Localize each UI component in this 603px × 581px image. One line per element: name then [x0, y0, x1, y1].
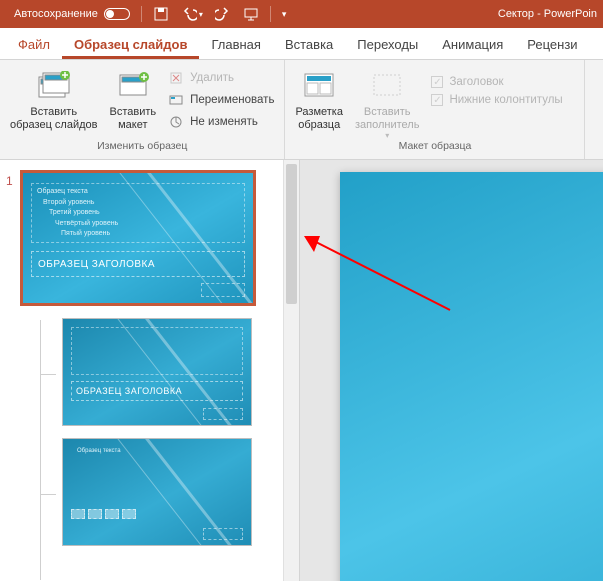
master-layout-checks: ✓ Заголовок ✓ Нижние колонтитулы	[427, 66, 566, 108]
checkbox-icon: ✓	[431, 94, 443, 106]
quick-access-toolbar: Автосохранение ▾ ▾	[0, 4, 290, 24]
scrollbar-thumb[interactable]	[286, 164, 297, 304]
rename-label: Переименовать	[190, 94, 274, 106]
checkbox-icon: ✓	[431, 76, 443, 88]
undo-button[interactable]: ▾	[177, 4, 207, 24]
body-placeholder-text: Образец текста	[77, 447, 121, 456]
footers-checkbox[interactable]: ✓ Нижние колонтитулы	[427, 92, 566, 108]
slide-number: 1	[6, 170, 14, 188]
tab-file[interactable]: Файл	[6, 31, 62, 59]
slide-master-canvas[interactable]: Обра Вто	[340, 172, 603, 581]
tree-connector	[40, 374, 56, 375]
insert-placeholder-button[interactable]: Вставить заполнитель ▾	[351, 66, 423, 140]
content-placeholder-icon	[122, 509, 136, 519]
ribbon: Вставить образец слайдов Вставить макет …	[0, 60, 603, 160]
delete-button[interactable]: Удалить	[164, 68, 278, 88]
toggle-switch-icon	[104, 8, 130, 20]
autosave-label: Автосохранение	[14, 8, 98, 20]
tab-review[interactable]: Рецензи	[515, 31, 589, 59]
footer-placeholder	[203, 408, 243, 420]
window-title: Сектор - PowerPoin	[498, 8, 603, 20]
group-master-layout: Разметка образца Вставить заполнитель ▾ …	[285, 60, 585, 159]
footer-placeholder	[201, 283, 245, 297]
qat-separator	[141, 6, 142, 22]
nav-scrollbar[interactable]	[283, 160, 299, 581]
redo-button[interactable]	[211, 4, 235, 24]
content-placeholder-icon	[88, 509, 102, 519]
insert-slide-master-button[interactable]: Вставить образец слайдов	[6, 66, 101, 131]
qat-customize-button[interactable]: ▾	[278, 7, 291, 22]
slide-canvas-area[interactable]: Обра Вто	[300, 160, 603, 581]
tab-slide-master[interactable]: Образец слайдов	[62, 31, 200, 59]
tab-insert[interactable]: Вставка	[273, 31, 345, 59]
slideshow-button[interactable]	[239, 4, 263, 24]
tree-connector	[40, 320, 41, 580]
insert-layout-icon	[116, 70, 150, 102]
editor-area: 1 Образец текста Второй уровень Третий у…	[0, 160, 603, 581]
overflow-icon: ▾	[282, 9, 287, 20]
delete-icon	[168, 70, 184, 86]
title-placeholder: ОБРАЗЕЦ ЗАГОЛОВКА	[71, 381, 243, 401]
insert-slide-master-icon	[37, 70, 71, 102]
preserve-icon	[168, 114, 184, 130]
tree-connector	[40, 494, 56, 495]
footer-placeholder	[203, 528, 243, 540]
preserve-button[interactable]: Не изменять	[164, 112, 278, 132]
content-placeholder-icon	[71, 509, 85, 519]
tab-home[interactable]: Главная	[199, 31, 272, 59]
slide-master-thumbnail[interactable]: Образец текста Второй уровень Третий уро…	[20, 170, 256, 306]
chevron-down-icon: ▾	[385, 131, 389, 140]
qat-separator	[270, 6, 271, 22]
rename-icon	[168, 92, 184, 108]
title-placeholder: ОБРАЗЕЦ ЗАГОЛОВКА	[31, 251, 245, 277]
tab-transitions[interactable]: Переходы	[345, 31, 430, 59]
delete-label: Удалить	[190, 72, 234, 84]
content-placeholder-icon	[105, 509, 119, 519]
insert-placeholder-icon	[370, 70, 404, 102]
body-placeholder-text: Образец текста Второй уровень Третий уро…	[37, 187, 118, 240]
group-edit-master-label: Изменить образец	[6, 140, 278, 155]
tab-animations[interactable]: Анимация	[430, 31, 515, 59]
preserve-label: Не изменять	[190, 116, 258, 128]
insert-placeholder-label: Вставить заполнитель	[355, 106, 419, 131]
rename-button[interactable]: Переименовать	[164, 90, 278, 110]
autosave-toggle[interactable]: Автосохранение	[10, 6, 134, 22]
title-bar: Автосохранение ▾ ▾ Сектор - PowerPoin	[0, 0, 603, 28]
save-button[interactable]	[149, 4, 173, 24]
master-layout-icon	[302, 70, 336, 102]
group-edit-master: Вставить образец слайдов Вставить макет …	[0, 60, 285, 159]
insert-slide-master-label: Вставить образец слайдов	[10, 106, 97, 131]
redo-icon	[215, 6, 231, 22]
body-placeholder-outline	[71, 327, 243, 375]
save-icon	[153, 6, 169, 22]
layout-thumbnail-1[interactable]: ОБРАЗЕЦ ЗАГОЛОВКА	[62, 318, 252, 426]
group-master-layout-label: Макет образца	[291, 140, 578, 155]
slide-navigation-pane[interactable]: 1 Образец текста Второй уровень Третий у…	[0, 160, 300, 581]
insert-layout-label: Вставить макет	[109, 106, 156, 131]
title-checkbox[interactable]: ✓ Заголовок	[427, 74, 566, 90]
layout-thumbnail-2[interactable]: Образец текста	[62, 438, 252, 546]
ribbon-tabs: Файл Образец слайдов Главная Вставка Пер…	[0, 28, 603, 60]
master-layout-label: Разметка образца	[295, 106, 343, 131]
chevron-down-icon: ▾	[199, 10, 203, 19]
footers-checkbox-label: Нижние колонтитулы	[449, 94, 562, 106]
edit-master-small-buttons: Удалить Переименовать Не изменять	[164, 66, 278, 132]
slideshow-icon	[243, 6, 259, 22]
undo-icon	[181, 6, 197, 22]
title-checkbox-label: Заголовок	[449, 76, 503, 88]
master-layout-button[interactable]: Разметка образца	[291, 66, 347, 131]
insert-layout-button[interactable]: Вставить макет	[105, 66, 160, 131]
